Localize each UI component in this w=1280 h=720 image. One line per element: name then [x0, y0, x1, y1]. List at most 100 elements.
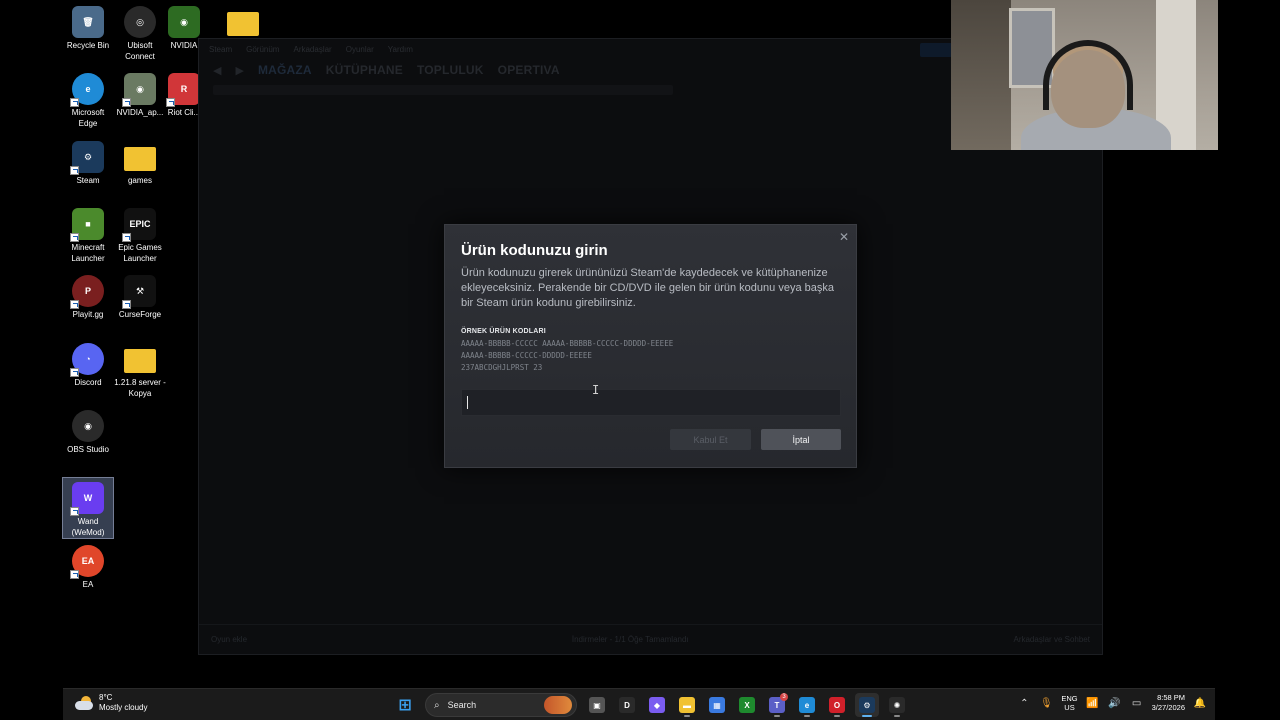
- edge-icon: e: [70, 73, 104, 107]
- taskbar-app[interactable]: ⊞: [393, 693, 417, 717]
- steam-menu-item[interactable]: Görünüm: [246, 45, 279, 54]
- shortcut-arrow-icon: [70, 233, 79, 242]
- taskbar-app[interactable]: ▦: [705, 693, 729, 717]
- opera-icon: O: [829, 697, 845, 713]
- desktop-icon[interactable]: [217, 6, 269, 40]
- desktop-icon[interactable]: e Microsoft Edge: [62, 73, 114, 129]
- forward-arrow-icon[interactable]: ▶: [235, 64, 243, 77]
- lang-bottom: US: [1064, 703, 1075, 712]
- desktop-icon[interactable]: ◔ Discord: [62, 343, 114, 388]
- shortcut-arrow-icon: [122, 233, 131, 242]
- folder-icon: [227, 12, 259, 36]
- taskbar-app[interactable]: ⚙: [855, 693, 879, 717]
- examples-heading: ÖRNEK ÜRÜN KODLARI: [461, 328, 546, 335]
- desktop-icon[interactable]: games: [114, 141, 166, 186]
- clock-time: 8:58 PM: [1157, 693, 1185, 702]
- confirm-button[interactable]: Kabul Et: [670, 429, 751, 450]
- desktop-icon-label: CurseForge: [118, 310, 162, 319]
- desktop-icon-label: Playit.gg: [72, 310, 104, 319]
- desktop-icon[interactable]: ◉ OBS Studio: [62, 410, 114, 455]
- shortcut-arrow-icon: [122, 300, 131, 309]
- wand-icon: W: [70, 482, 104, 516]
- edge-icon: e: [799, 697, 815, 713]
- shortcut-arrow-icon: [166, 98, 175, 107]
- desktop-icon[interactable]: 🗑 Recycle Bin: [62, 6, 114, 51]
- taskbar-app[interactable]: ▣: [585, 693, 609, 717]
- battery-icon[interactable]: ▭: [1130, 698, 1144, 709]
- i-beam-cursor-icon: I: [592, 383, 600, 397]
- cancel-button[interactable]: İptal: [761, 429, 841, 450]
- minecraft-icon: ■: [70, 208, 104, 242]
- dialog-title: Ürün kodunuzu girin: [461, 242, 608, 259]
- tab-library[interactable]: KÜTÜPHANE: [326, 63, 403, 77]
- volume-icon[interactable]: 🔊: [1108, 698, 1122, 709]
- taskbar-app[interactable]: e: [795, 693, 819, 717]
- add-game-button[interactable]: Oyun ekle: [211, 635, 247, 644]
- shortcut-arrow-icon: [70, 368, 79, 377]
- example-code: AAAAA-BBBBB-CCCCC-DDDDD-EEEEE: [461, 351, 592, 360]
- desktop-icon[interactable]: 1.21.8 server - Kopya: [114, 343, 166, 399]
- desktop-icon[interactable]: P Playit.gg: [62, 275, 114, 320]
- notification-bell-icon[interactable]: 🔔: [1193, 698, 1207, 709]
- wifi-icon[interactable]: 📶: [1086, 698, 1100, 709]
- desktop-icon-label: Discord: [74, 378, 102, 387]
- desktop-icon[interactable]: EA EA: [62, 545, 114, 590]
- taskbar-app[interactable]: O: [825, 693, 849, 717]
- steam-footer: Oyun ekle İndirmeler - 1/1 Öğe Tamamland…: [199, 624, 1102, 654]
- weather-desc: Mostly cloudy: [99, 703, 148, 712]
- search-label: Search: [447, 700, 477, 710]
- close-icon[interactable]: ✕: [837, 230, 851, 244]
- desktop-icon[interactable]: ■ Minecraft Launcher: [62, 208, 114, 264]
- tab-community[interactable]: TOPLULUK: [417, 63, 484, 77]
- desktop-icon-label: EA: [82, 580, 94, 589]
- weather-temp: 8°C: [99, 693, 113, 702]
- steam-menu-item[interactable]: Arkadaşlar: [293, 45, 331, 54]
- desktop-icon-label: games: [127, 176, 152, 185]
- microphone-icon[interactable]: 🎙: [1039, 698, 1053, 709]
- taskbar-app[interactable]: X: [735, 693, 759, 717]
- tab-profile[interactable]: OPERTIVA: [498, 63, 560, 77]
- taskbar-app[interactable]: D: [615, 693, 639, 717]
- folder-icon: [124, 349, 156, 373]
- shortcut-arrow-icon: [70, 570, 79, 579]
- steam-icon: ⚙: [70, 141, 104, 175]
- xbox-icon: X: [739, 697, 755, 713]
- shortcut-arrow-icon: [70, 98, 79, 107]
- taskbar-apps: ⊞ ⌕ Search ▣ D ◆ ▬ ▦ X T 3 e O ⚙ ✺: [393, 693, 909, 717]
- steam-store-button[interactable]: [920, 43, 952, 57]
- clock[interactable]: 8:58 PM 3/27/2026: [1152, 693, 1185, 713]
- friends-chat-button[interactable]: Arkadaşlar ve Sohbet: [1013, 635, 1090, 644]
- taskbar-app[interactable]: ▬: [675, 693, 699, 717]
- steam-menu-item[interactable]: Steam: [209, 45, 232, 54]
- desktop-icon[interactable]: W Wand (WeMod): [62, 477, 114, 539]
- clock-date: 3/27/2026: [1151, 703, 1185, 712]
- chevron-up-icon[interactable]: ⌃: [1017, 698, 1031, 709]
- shortcut-arrow-icon: [70, 507, 79, 516]
- shortcut-arrow-icon: [122, 98, 131, 107]
- dell-icon: D: [619, 697, 635, 713]
- example-code: AAAAA-BBBBB-CCCCC AAAAA-BBBBB-CCCCC-DDDD…: [461, 339, 674, 348]
- partly-cloudy-icon: [75, 696, 93, 710]
- desktop-icon[interactable]: ⚒ CurseForge: [114, 275, 166, 320]
- tab-store[interactable]: MAĞAZA: [258, 63, 312, 77]
- back-arrow-icon[interactable]: ◀: [213, 64, 221, 77]
- product-code-input[interactable]: [461, 389, 841, 416]
- steam-menu-item[interactable]: Yardım: [388, 45, 413, 54]
- start-icon: ⊞: [398, 697, 412, 714]
- playit-icon: P: [70, 275, 104, 309]
- desktop-icon-label: Recycle Bin: [66, 41, 110, 50]
- shortcut-arrow-icon: [70, 166, 79, 175]
- language-indicator[interactable]: ENG US: [1061, 694, 1077, 712]
- steam-menu-item[interactable]: Oyunlar: [346, 45, 374, 54]
- taskbar-app[interactable]: T3: [765, 693, 789, 717]
- taskbar-app[interactable]: ✺: [885, 693, 909, 717]
- dialog-description: Ürün kodunuzu girerek ürününüzü Steam'de…: [461, 267, 834, 309]
- weather-widget[interactable]: 8°C Mostly cloudy: [75, 693, 147, 713]
- taskbar-search[interactable]: ⌕ Search: [425, 693, 577, 717]
- desktop-icon[interactable]: ⚙ Steam: [62, 141, 114, 186]
- desktop-icon[interactable]: EPIC Epic Games Launcher: [114, 208, 166, 264]
- taskbar-app[interactable]: ◆: [645, 693, 669, 717]
- shortcut-arrow-icon: [70, 300, 79, 309]
- downloads-status[interactable]: İndirmeler - 1/1 Öğe Tamamlandı: [572, 635, 689, 644]
- epic-games-icon: EPIC: [122, 208, 156, 242]
